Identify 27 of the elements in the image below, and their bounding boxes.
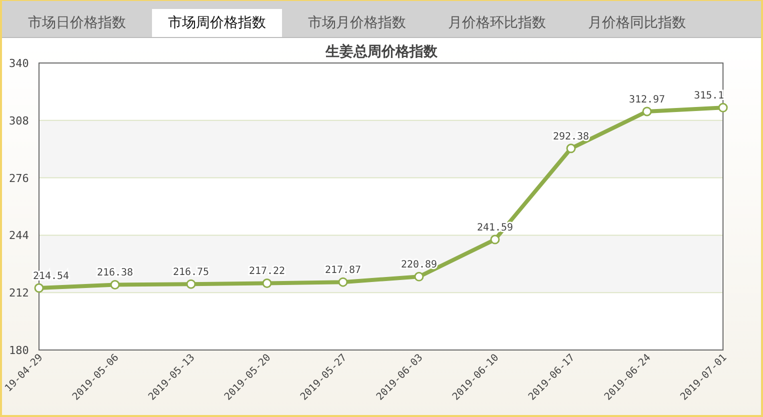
data-label: 220.89 (400, 260, 438, 271)
axis-label: 308 (9, 114, 29, 128)
data-label: 216.75 (172, 267, 210, 278)
tab[interactable]: 月价格环比指数 (432, 9, 562, 37)
axis-label: 212 (9, 286, 29, 300)
data-point (642, 106, 652, 116)
tab[interactable]: 月价格同比指数 (572, 9, 702, 37)
data-point (110, 280, 120, 290)
data-point (414, 272, 424, 282)
data-point (262, 278, 272, 288)
data-point (338, 277, 348, 287)
data-label: 312.97 (628, 94, 666, 106)
data-point (186, 279, 196, 289)
data-label: 292.38 (552, 131, 590, 142)
data-point (566, 144, 576, 154)
data-label: 216.38 (96, 268, 134, 279)
axis-label: 340 (9, 57, 29, 70)
axis-label: 180 (9, 344, 29, 357)
data-label: 217.87 (324, 265, 362, 276)
axis-label: 244 (9, 229, 29, 242)
data-point (490, 234, 500, 244)
tab[interactable]: 市场周价格指数 (152, 9, 282, 37)
data-label: 217.22 (248, 266, 286, 278)
tab[interactable]: 市场日价格指数 (12, 9, 142, 37)
chart-title: 生姜总周价格指数 (326, 44, 438, 60)
tab[interactable]: 市场月价格指数 (292, 9, 422, 37)
axis-label: 276 (9, 172, 29, 185)
